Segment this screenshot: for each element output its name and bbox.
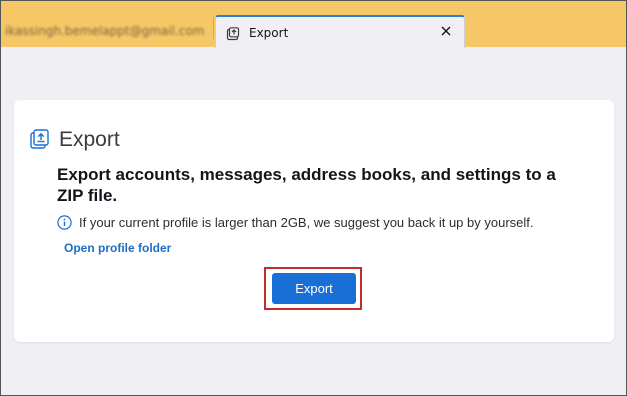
tab-account-label: ikassingh.bemelappt@gmail.com xyxy=(5,24,205,38)
tab-export-label: Export xyxy=(249,25,289,40)
size-note-text: If your current profile is larger than 2… xyxy=(79,215,534,230)
tab-account[interactable]: ikassingh.bemelappt@gmail.com xyxy=(1,15,215,47)
app-window: ikassingh.bemelappt@gmail.com Export Exp… xyxy=(0,0,627,396)
open-profile-folder-link[interactable]: Open profile folder xyxy=(64,241,171,255)
export-heading: Export xyxy=(30,128,120,152)
tab-bar: ikassingh.bemelappt@gmail.com Export xyxy=(1,1,626,48)
page-title: Export xyxy=(59,128,120,151)
export-card: Export Export accounts, messages, addres… xyxy=(14,100,614,342)
tab-separator xyxy=(213,17,214,39)
export-icon xyxy=(30,129,50,151)
export-button[interactable]: Export xyxy=(272,273,356,304)
close-icon[interactable] xyxy=(438,23,454,39)
info-icon xyxy=(57,215,72,230)
tab-export[interactable]: Export xyxy=(215,15,465,48)
size-note: If your current profile is larger than 2… xyxy=(57,215,534,230)
export-description: Export accounts, messages, address books… xyxy=(57,165,556,205)
export-tab-icon xyxy=(226,26,240,40)
